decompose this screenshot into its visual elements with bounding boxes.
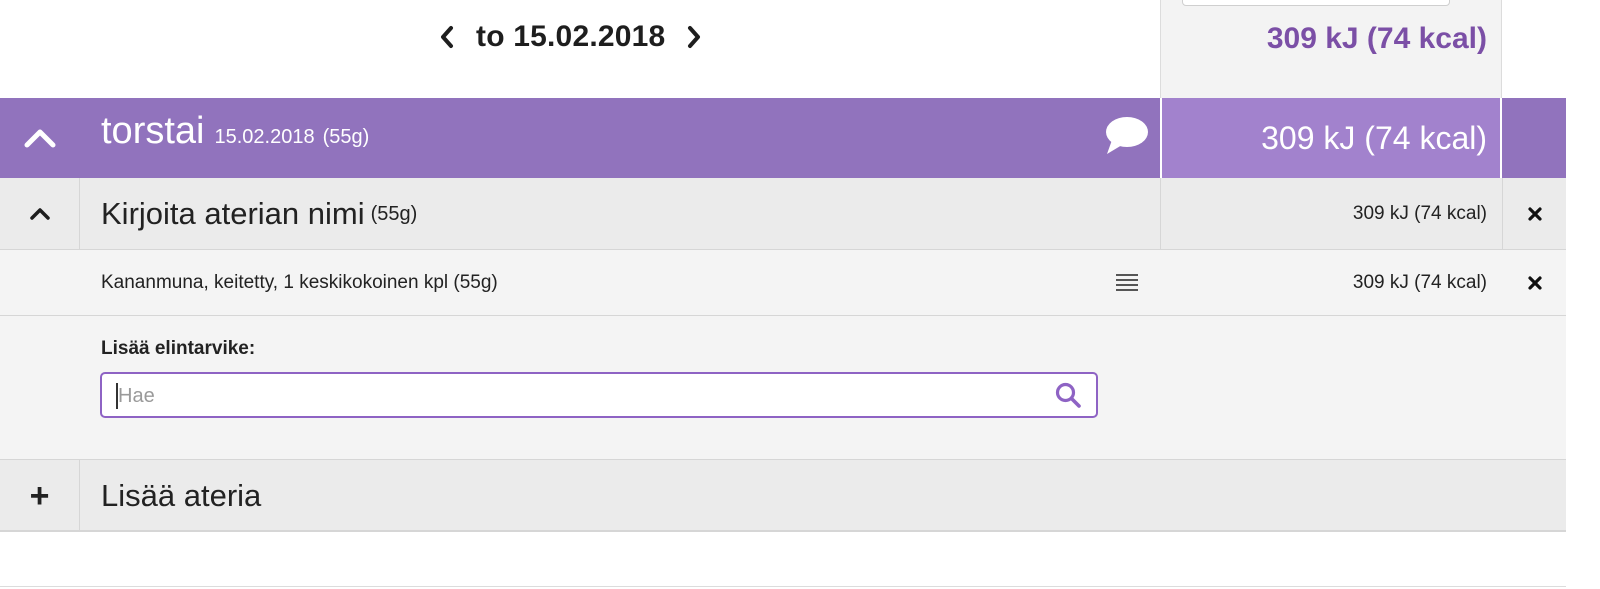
chevron-left-icon xyxy=(441,26,453,48)
meal-name[interactable]: Kirjoita aterian nimi (55g) xyxy=(101,178,417,250)
food-name[interactable]: Kananmuna, keitetty, 1 keskikokoinen kpl… xyxy=(101,250,498,316)
food-search-input[interactable] xyxy=(116,374,1020,418)
day-name: torstai xyxy=(101,110,205,152)
add-meal-button[interactable]: + xyxy=(0,460,80,532)
chevron-up-icon xyxy=(29,208,50,220)
current-date: to 15.02.2018 xyxy=(476,20,666,53)
add-meal-label[interactable]: Lisää ateria xyxy=(101,460,261,532)
day-weight: (55g) xyxy=(322,126,370,148)
summary-select-box[interactable] xyxy=(1182,0,1450,6)
chevron-up-icon xyxy=(24,129,56,148)
date-navigation: to 15.02.2018 xyxy=(430,14,711,60)
meal-total: 309 kJ (74 kcal) xyxy=(1352,203,1487,224)
day-title: torstai 15.02.2018 (55g) xyxy=(101,110,369,160)
remove-meal-button[interactable] xyxy=(1503,178,1566,250)
text-cursor xyxy=(116,383,118,409)
meal-name-text[interactable]: Kirjoita aterian nimi xyxy=(101,196,365,232)
day-date: 15.02.2018 xyxy=(214,126,315,148)
close-icon xyxy=(1527,276,1542,290)
next-date-button[interactable] xyxy=(677,14,711,60)
total-energy: 309 kJ (74 kcal) xyxy=(1266,22,1487,55)
close-icon xyxy=(1527,207,1542,221)
meal-weight: (55g) xyxy=(370,202,418,225)
add-food-label: Lisää elintarvike: xyxy=(101,338,256,359)
food-total: 309 kJ (74 kcal) xyxy=(1352,272,1487,293)
list-icon[interactable] xyxy=(1114,270,1140,294)
speech-bubble-icon[interactable] xyxy=(1102,114,1150,158)
day-collapse-button[interactable] xyxy=(0,98,80,178)
remove-food-button[interactable] xyxy=(1503,250,1566,316)
food-search-box[interactable] xyxy=(100,372,1098,418)
day-total: 309 kJ (74 kcal) xyxy=(1261,119,1487,156)
meal-collapse-button[interactable] xyxy=(0,178,80,250)
prev-date-button[interactable] xyxy=(430,14,464,60)
search-icon[interactable] xyxy=(1054,381,1082,409)
divider xyxy=(0,586,1566,587)
chevron-right-icon xyxy=(688,26,701,48)
